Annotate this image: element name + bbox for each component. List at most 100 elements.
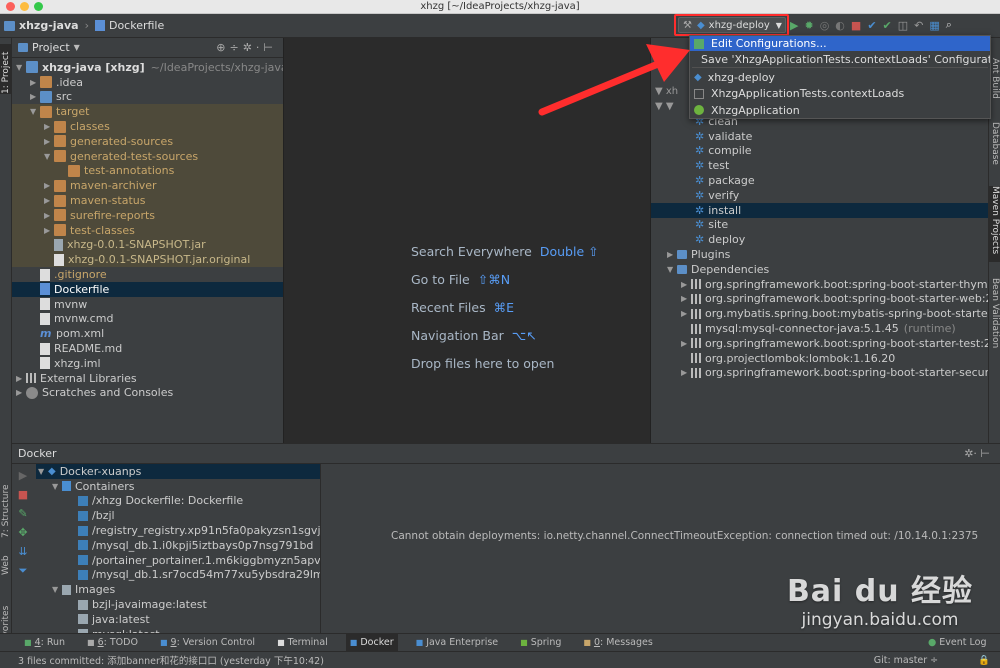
lock-icon[interactable]: 🔒 — [978, 655, 990, 666]
project-tree-item[interactable]: xhzg-0.0.1-SNAPSHOT.jar.original — [12, 252, 283, 268]
bottom-tab-8[interactable]: ■ 0: Messages — [579, 634, 656, 651]
bottom-tab-4[interactable]: ■ Terminal — [273, 634, 332, 651]
project-tree-item[interactable]: xhzg-0.0.1-SNAPSHOT.jar — [12, 237, 283, 253]
maven-tree-item[interactable]: ✲ deploy — [651, 232, 988, 247]
docker-tree-item[interactable]: /portainer_portainer.1.m6kiggbmyzn5apv5g… — [36, 553, 320, 568]
tab-database[interactable]: Database — [989, 122, 1000, 170]
project-tree-item[interactable]: ▼ xhzg-java [xhzg] ~/IdeaProjects/xhzg-jav… — [12, 60, 283, 75]
expand-arrow-icon[interactable]: ▶ — [681, 339, 691, 348]
tab-project[interactable]: 1: Project — [0, 44, 12, 94]
tab-web[interactable]: Web — [0, 553, 12, 575]
maven-tree-item[interactable]: ▶ org.mybatis.spring.boot:mybatis-spring-… — [651, 306, 988, 321]
maven-tree-item[interactable]: ▶ org.springframework.boot:spring-boot-st… — [651, 336, 988, 351]
profile-icon[interactable]: ◐ — [835, 19, 845, 32]
bottom-tab-5[interactable]: ■ Docker — [345, 634, 398, 651]
menu-item-save-configuration[interactable]: Save 'XhzgApplicationTests.contextLoads'… — [690, 51, 990, 67]
expand-arrow-icon[interactable]: ▶ — [44, 211, 54, 220]
expand-arrow-icon[interactable]: ▶ — [681, 309, 691, 318]
bottom-tab-7[interactable]: ■ Spring — [516, 634, 565, 651]
expand-arrow-icon[interactable]: ▶ — [30, 78, 40, 87]
project-tree-item[interactable]: ▼ target — [12, 104, 283, 120]
project-tree-item[interactable]: Dockerfile — [12, 281, 283, 297]
run-icon[interactable]: ▶ — [790, 19, 798, 32]
docker-tree-item[interactable]: ▼ Containers — [36, 479, 320, 494]
breadcrumb-file[interactable]: Dockerfile — [109, 19, 164, 32]
expand-arrow-icon[interactable]: ▶ — [681, 368, 691, 377]
bottom-tab-3[interactable]: ■ 9: Version Control — [156, 634, 259, 651]
docker-tree-item[interactable]: /mysql_db.1.i0kpji5iztbays0p7nsg791bd — [36, 538, 320, 553]
maven-tree-item[interactable]: ✲ install — [651, 202, 988, 218]
project-tree-item[interactable]: .gitignore — [12, 267, 283, 282]
project-tree-item[interactable]: ▶ classes — [12, 119, 283, 134]
docker-tree-item[interactable]: java:latest — [36, 612, 320, 627]
project-tree-item[interactable]: ▶ generated-sources — [12, 133, 283, 149]
vcs-commit-icon[interactable]: ✔ — [883, 19, 892, 32]
project-tree-item[interactable]: README.md — [12, 341, 283, 356]
maven-tree-item[interactable]: ✲ test — [651, 158, 988, 173]
menu-item-contextloads[interactable]: XhzgApplicationTests.contextLoads — [690, 85, 990, 102]
tab-bean-validation[interactable]: Bean Validation — [989, 278, 1000, 362]
menu-item-xhzgapplication[interactable]: XhzgApplication — [690, 102, 990, 118]
expand-arrow-icon[interactable]: ▼ — [38, 467, 48, 476]
deploy-icon[interactable]: ▶ — [19, 469, 27, 482]
expand-arrow-icon[interactable]: ▶ — [681, 294, 691, 303]
project-tree-item[interactable]: test-annotations — [12, 163, 283, 179]
status-message[interactable]: 3 files committed: 添加banner和花的接口口 (yeste… — [18, 653, 324, 667]
docker-tree-item[interactable]: ▼ ◆ Docker-xuanps — [36, 464, 320, 479]
project-tree-item[interactable]: ▼ generated-test-sources — [12, 148, 283, 164]
stop-icon[interactable]: ■ — [18, 488, 28, 501]
docker-tree-item[interactable]: /xhzg Dockerfile: Dockerfile — [36, 494, 320, 509]
maven-tree-item[interactable]: ▶ org.springframework.boot:spring-boot-st… — [651, 277, 988, 292]
project-tree-item[interactable]: ▶ src — [12, 90, 283, 105]
bottom-tab-1[interactable]: ■ 4: Run — [20, 634, 69, 651]
expand-arrow-icon[interactable]: ▶ — [44, 181, 54, 190]
debug-icon[interactable]: ✹ — [804, 19, 813, 32]
maven-tree-item[interactable]: ✲ compile — [651, 144, 988, 159]
project-tree-item[interactable]: mvnw — [12, 297, 283, 312]
maven-tree-item[interactable]: ✲ package — [651, 173, 988, 188]
docker-tree-item[interactable]: ▼ Images — [36, 582, 320, 597]
maven-tree-item[interactable]: ✲ validate — [651, 129, 988, 144]
expand-arrow-icon[interactable]: ▼ — [44, 152, 54, 161]
maven-tree-item[interactable]: ▶ Plugins — [651, 247, 988, 262]
search-icon[interactable]: ⌕ — [946, 18, 952, 32]
expand-arrow-icon[interactable]: ▼ — [52, 482, 62, 491]
menu-item-xhzg-deploy[interactable]: ◆ xhzg-deploy — [690, 69, 990, 85]
maven-tree-item[interactable]: mysql:mysql-connector-java:5.1.45 (runtim… — [651, 321, 988, 336]
expand-arrow-icon[interactable]: ▶ — [44, 196, 54, 205]
expand-arrow-icon[interactable]: ▶ — [30, 92, 40, 101]
project-tree-item[interactable]: m pom.xml — [12, 326, 283, 341]
history-icon[interactable]: ◫ — [898, 19, 908, 32]
docker-tree-item[interactable]: /registry_registry.xp91n5fa0pakyzsn1sgvj… — [36, 523, 320, 538]
breadcrumb-project[interactable]: xhzg-java — [19, 19, 79, 32]
project-tree-item[interactable]: ▶ External Libraries — [12, 371, 283, 386]
connect-icon[interactable]: ✥ — [18, 526, 27, 539]
project-tree-item[interactable]: ▶ test-classes — [12, 222, 283, 238]
docker-tree-item[interactable]: /mysql_db.1.sr7ocd54m77xu5ybsdra29lmv — [36, 568, 320, 583]
maven-tree-item[interactable]: ▶ org.springframework.boot:spring-boot-st… — [651, 292, 988, 307]
expand-arrow-icon[interactable]: ▶ — [44, 137, 54, 146]
tab-maven-projects[interactable]: Maven Projects — [989, 186, 1000, 262]
bottom-tab-6[interactable]: ■ Java Enterprise — [412, 634, 503, 651]
expand-arrow-icon[interactable]: ▶ — [16, 374, 26, 383]
event-log-tab[interactable]: ● Event Log — [928, 633, 987, 651]
maven-tree-item[interactable]: org.projectlombok:lombok:1.16.20 — [651, 351, 988, 366]
minimize-window-button[interactable] — [20, 2, 29, 11]
expand-arrow-icon[interactable]: ▼ — [52, 585, 62, 594]
maven-tree-item[interactable]: ✲ verify — [651, 188, 988, 203]
maven-tree-item[interactable]: ✲ site — [651, 218, 988, 233]
project-tree-item[interactable]: xhzg.iml — [12, 356, 283, 371]
expand-arrow-icon[interactable]: ▼ — [30, 107, 40, 116]
stop-icon[interactable]: ■ — [851, 19, 861, 32]
expand-arrow-icon[interactable]: ▼ — [667, 265, 677, 274]
zoom-window-button[interactable] — [34, 2, 43, 11]
edit-icon[interactable]: ✎ — [18, 507, 27, 520]
git-branch[interactable]: Git: master ÷ — [874, 655, 938, 666]
docker-tree-item[interactable]: bzjl-javaimage:latest — [36, 597, 320, 612]
maven-tree-item[interactable]: ▶ org.springframework.boot:spring-boot-st… — [651, 366, 988, 381]
docker-tree-item[interactable]: /bzjl — [36, 508, 320, 523]
panel-settings-icon[interactable]: ✲· ⊢ — [964, 447, 990, 460]
expand-arrow-icon[interactable]: ▼ — [16, 63, 26, 72]
tab-structure[interactable]: 7: Structure — [0, 478, 12, 539]
expand-arrow-icon[interactable]: ▶ — [44, 226, 54, 235]
